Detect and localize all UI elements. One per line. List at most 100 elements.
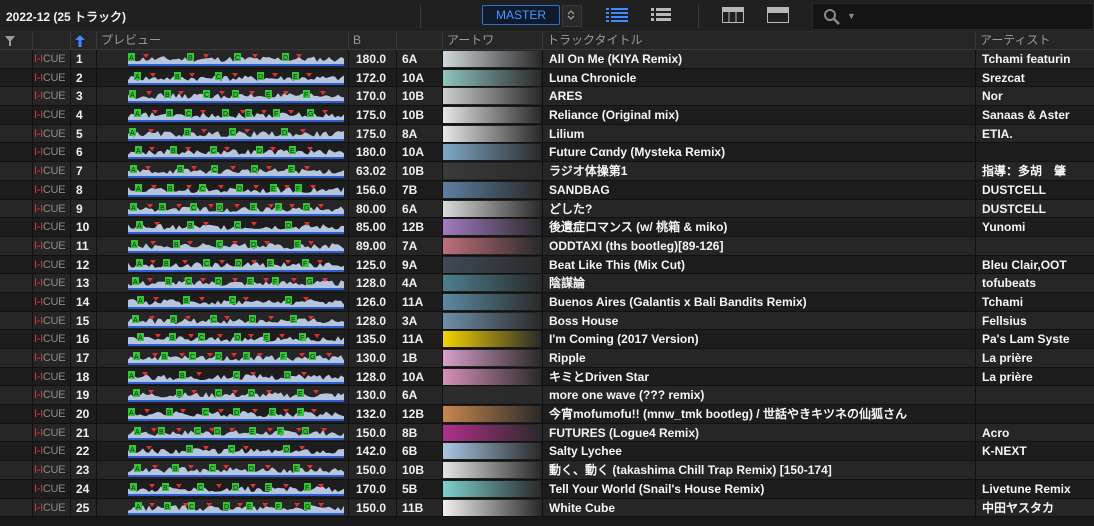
waveform-preview[interactable]: A B C D E F G xyxy=(128,276,344,291)
bpm-value: 128.0 xyxy=(356,276,387,291)
svg-text:E: E xyxy=(246,111,251,118)
column-bpm[interactable]: B xyxy=(348,32,396,49)
browser-view-icon[interactable] xyxy=(767,7,789,23)
filter-column[interactable] xyxy=(0,32,32,49)
waveform-preview[interactable]: A B C D xyxy=(128,127,344,142)
waveform-preview[interactable]: A B C D E F G xyxy=(128,501,344,516)
cue-indicator[interactable]: I-ICUE xyxy=(34,464,66,477)
table-row[interactable]: I-ICUE 14 A B C D 126.0 11A Buenos Aires (Galant… xyxy=(0,292,1094,312)
waveform-preview[interactable]: A B C D E xyxy=(128,71,344,86)
table-row[interactable]: I-ICUE 1 A B C D 180.0 6A All On Me (KIYA Remix)… xyxy=(0,50,1094,69)
column-artist[interactable]: アーティスト xyxy=(975,32,1094,49)
cue-indicator[interactable]: I-ICUE xyxy=(34,371,66,384)
waveform-preview[interactable]: A B C D E F G xyxy=(128,351,344,366)
table-row[interactable]: I-ICUE 13 A B C D E F G 128.0 4A 陰謀論 tofubeats xyxy=(0,274,1094,293)
cue-indicator[interactable]: I-ICUE xyxy=(34,109,66,122)
cue-indicator[interactable]: I-ICUE xyxy=(34,184,66,197)
cue-indicator[interactable]: I-ICUE xyxy=(34,90,66,103)
table-row[interactable]: I-ICUE 4 A B C D E F G 175.0 10B Reliance (Original… xyxy=(0,106,1094,125)
waveform-preview[interactable]: A B C D E F xyxy=(128,183,344,198)
waveform-preview[interactable]: A B C D xyxy=(128,52,344,67)
cue-indicator[interactable]: I-ICUE xyxy=(34,53,66,66)
waveform-preview[interactable]: A B C D xyxy=(128,220,344,235)
cue-indicator[interactable]: I-ICUE xyxy=(34,203,66,216)
search-options-chevron-icon[interactable]: ▼ xyxy=(847,11,856,21)
sort-column[interactable] xyxy=(70,32,96,49)
cue-indicator[interactable]: I-ICUE xyxy=(34,221,66,234)
column-title[interactable]: トラックタイトル xyxy=(542,32,975,49)
table-row[interactable]: I-ICUE 19 A B C D E 130.0 6A more one wave (??? r… xyxy=(0,386,1094,406)
waveform-preview[interactable]: A B C D xyxy=(128,444,344,459)
list-view-icon[interactable] xyxy=(651,7,671,23)
cue-indicator[interactable]: I-ICUE xyxy=(34,445,66,458)
waveform-preview[interactable]: A B C D E xyxy=(128,463,344,478)
cue-indicator[interactable]: I-ICUE xyxy=(34,296,66,309)
table-row[interactable]: I-ICUE 23 A B C D E 150.0 10B 動く、動く (takashima Ch… xyxy=(0,461,1094,480)
table-row[interactable]: I-ICUE 20 A B C D E F 132.0 12B 今宵mofumofu!! (mnw_… xyxy=(0,405,1094,424)
cue-indicator[interactable]: I-ICUE xyxy=(34,72,66,85)
waveform-preview[interactable]: A B C D E xyxy=(128,388,344,403)
cue-indicator[interactable]: I-ICUE xyxy=(34,277,66,290)
waveform-preview[interactable]: A B C D E xyxy=(128,145,344,160)
cue-indicator[interactable]: I-ICUE xyxy=(34,259,66,272)
waveform-preview[interactable]: A B C D E F xyxy=(128,332,344,347)
cue-indicator[interactable]: I-ICUE xyxy=(34,315,66,328)
table-row[interactable]: I-ICUE 24 A B C D E F 170.0 5B Tell Your World (Sn… xyxy=(0,479,1094,499)
cell-divider xyxy=(32,180,33,199)
table-row[interactable]: I-ICUE 12 A B C D E F 125.0 9A Beat Like This (Mix… xyxy=(0,255,1094,275)
waveform-preview[interactable]: A B C D E xyxy=(128,314,344,329)
waveform-preview[interactable]: A B C D E F xyxy=(128,482,344,497)
column-key[interactable] xyxy=(396,32,442,49)
waveform-preview[interactable]: A B C D E F G xyxy=(128,426,344,441)
table-row[interactable]: I-ICUE 2 A B C D E 172.0 10A Luna Chronicle Srezca… xyxy=(0,68,1094,88)
waveform-preview[interactable]: A B C D E xyxy=(128,164,344,179)
table-row[interactable]: I-ICUE 25 A B C D E F G 150.0 11B White Cube 中田ヤスタカ xyxy=(0,498,1094,518)
waveform-preview[interactable]: A B C D E F xyxy=(128,407,344,422)
waveform-preview[interactable]: A B C D xyxy=(128,370,344,385)
waveform-preview[interactable]: A B C D E F xyxy=(128,258,344,273)
table-row[interactable]: I-ICUE 9 A B C D E F G 80.00 6A どした? DUSTCELL xyxy=(0,199,1094,219)
detail-list-icon[interactable] xyxy=(606,7,628,23)
table-row[interactable]: I-ICUE 16 A B C D E F 135.0 11A I'm Coming (2017 V… xyxy=(0,330,1094,349)
master-button[interactable]: MASTER xyxy=(482,5,560,25)
key-value: 4A xyxy=(402,276,418,291)
cue-indicator[interactable]: I-ICUE xyxy=(34,427,66,440)
table-row[interactable]: I-ICUE 5 A B C D 175.0 8A Lilium ETIA. xyxy=(0,124,1094,144)
cue-indicator[interactable]: I-ICUE xyxy=(34,408,66,421)
waveform-preview[interactable]: A B C D E xyxy=(128,239,344,254)
column-preview[interactable]: プレビュー xyxy=(96,32,348,49)
master-stepper[interactable] xyxy=(562,5,582,27)
waveform-preview[interactable]: A B C D E F G xyxy=(128,202,344,217)
cue-indicator[interactable]: I-ICUE xyxy=(34,483,66,496)
table-row[interactable]: I-ICUE 15 A B C D E 128.0 3A Boss House Fellsius xyxy=(0,311,1094,331)
table-row[interactable]: I-ICUE 7 A B C D E 63.02 10B ラジオ体操第1 指導：多胡 肇 xyxy=(0,162,1094,181)
table-row[interactable]: I-ICUE 10 A B C D 85.00 12B 後遺症ロマンス (w/ 桃箱 & mik… xyxy=(0,218,1094,237)
waveform-preview[interactable]: A B C D xyxy=(128,295,344,310)
table-row[interactable]: I-ICUE 11 A B C D E 89.00 7A ODDTAXI (ths bootleg… xyxy=(0,236,1094,256)
cue-indicator[interactable]: I-ICUE xyxy=(34,502,66,515)
cue-indicator[interactable]: I-ICUE xyxy=(34,333,66,346)
cue-indicator[interactable]: I-ICUE xyxy=(34,240,66,253)
track-artist: 指導：多胡 肇 xyxy=(982,164,1067,179)
table-row[interactable]: I-ICUE 6 A B C D E 180.0 10A Future Cαndy (Mystek… xyxy=(0,143,1094,163)
column-artwork[interactable]: アートワ xyxy=(442,32,542,49)
table-row[interactable]: I-ICUE 18 A B C D 128.0 10A キミとDriven Star La pri… xyxy=(0,367,1094,387)
search-field[interactable]: ▼ xyxy=(812,3,1094,30)
split-view-icon[interactable] xyxy=(722,7,744,23)
table-row[interactable]: I-ICUE 17 A B C D E F G 130.0 1B Ripple La prière xyxy=(0,349,1094,368)
track-artist: Srezcat xyxy=(982,70,1025,85)
table-row[interactable]: I-ICUE 21 A B C D E F G 150.0 8B FUTURES (Logue4 Re… xyxy=(0,423,1094,443)
cell-divider xyxy=(975,236,976,255)
table-row[interactable]: I-ICUE 8 A B C D E F 156.0 7B SANDBAG DUSTCELL xyxy=(0,180,1094,200)
cue-indicator[interactable]: I-ICUE xyxy=(34,389,66,402)
cue-indicator[interactable]: I-ICUE xyxy=(34,352,66,365)
cue-column[interactable] xyxy=(32,32,70,49)
cue-indicator[interactable]: I-ICUE xyxy=(34,165,66,178)
table-row[interactable]: I-ICUE 3 A B C D E F 170.0 10B ARES Nor xyxy=(0,87,1094,107)
waveform-preview[interactable]: A B C D E F G xyxy=(128,108,344,123)
table-row[interactable]: I-ICUE 22 A B C D 142.0 6B Salty Lychee K-NEXT xyxy=(0,442,1094,462)
cue-indicator[interactable]: I-ICUE xyxy=(34,146,66,159)
cue-indicator[interactable]: I-ICUE xyxy=(34,128,66,141)
waveform-preview[interactable]: A B C D E F xyxy=(128,89,344,104)
cue-marker-icon: I-I xyxy=(34,109,43,122)
